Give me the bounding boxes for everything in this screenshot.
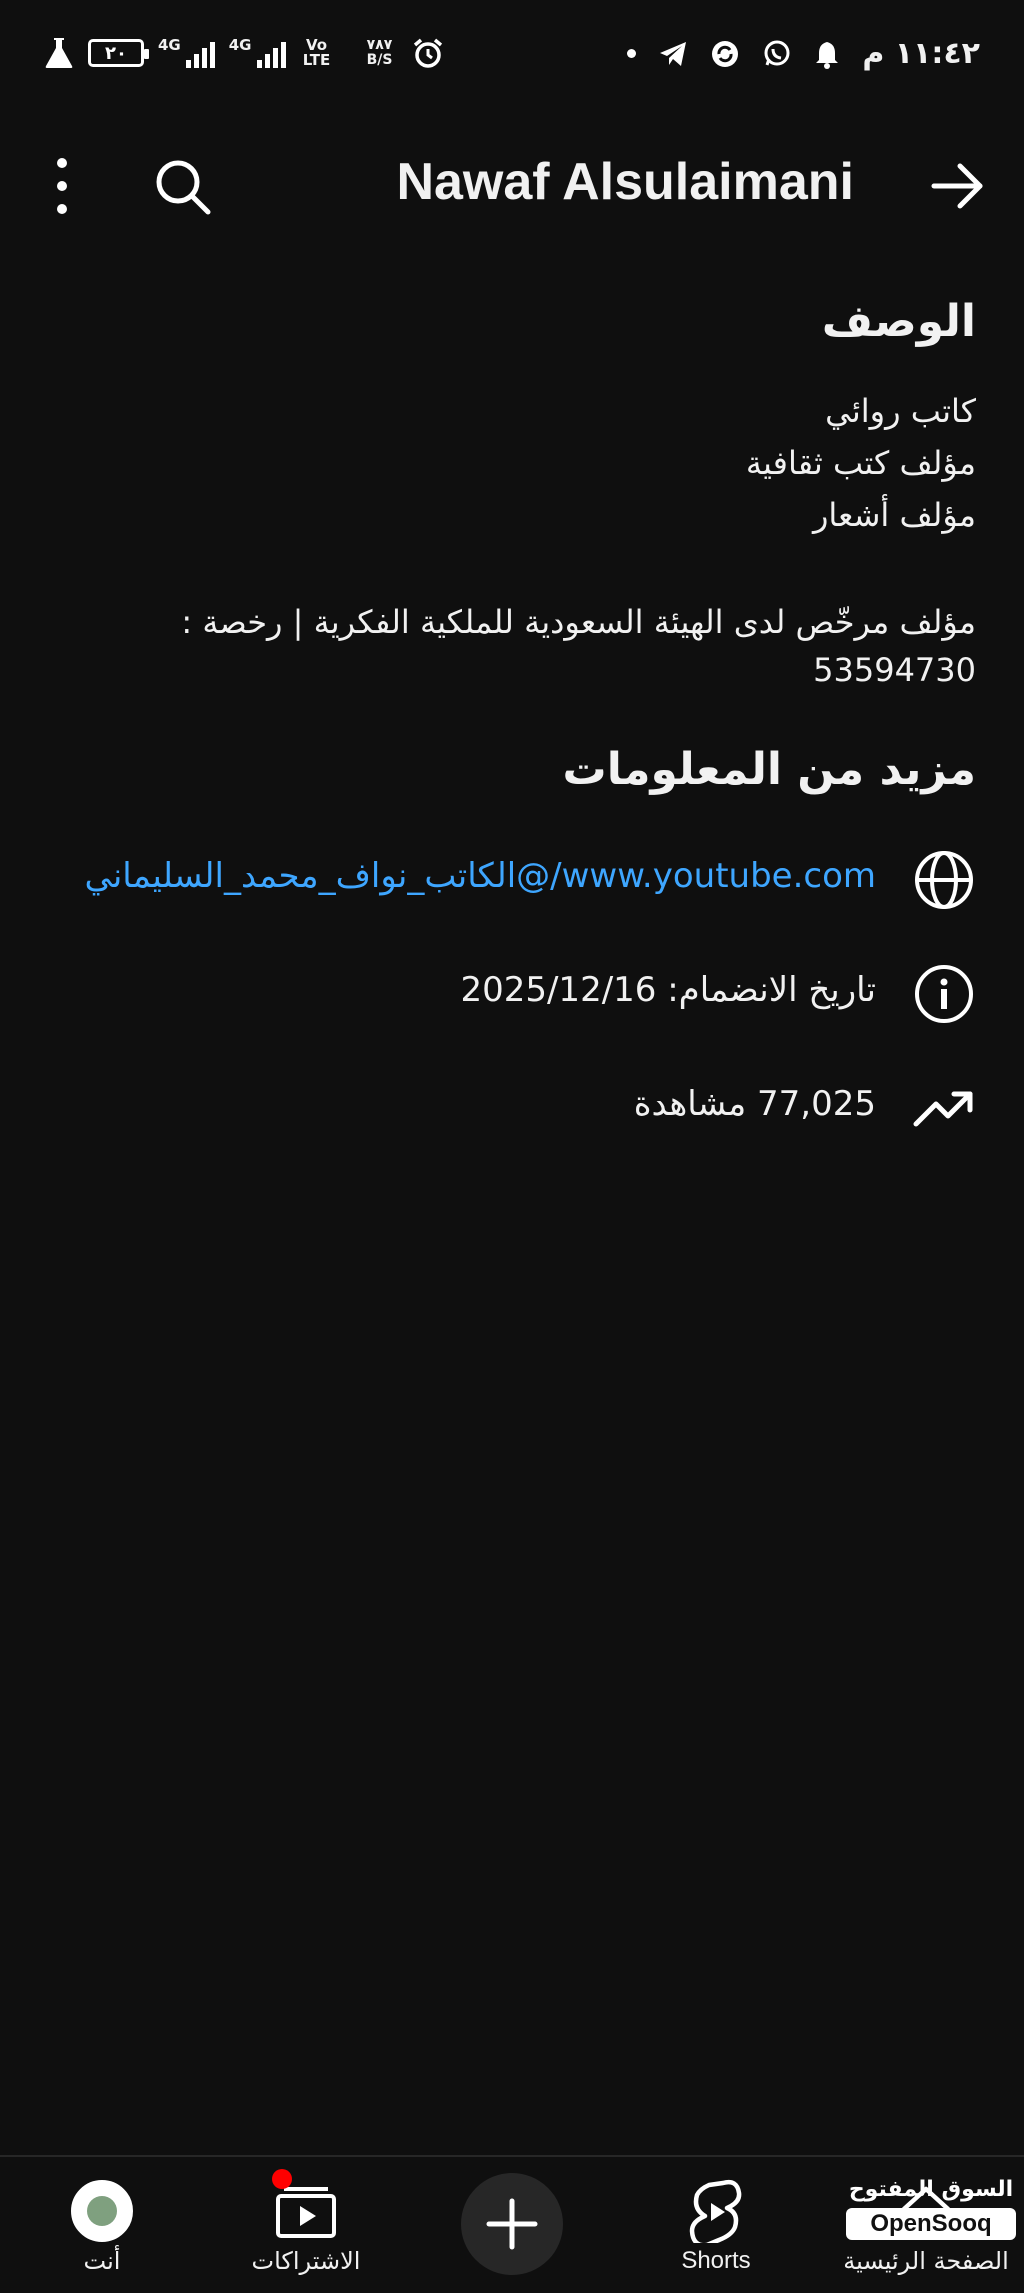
description-heading: الوصف [821,296,976,347]
channel-link-row[interactable]: www.youtube.com/@الكاتب_نواف_محمد_السليم… [0,840,1024,920]
more-info-heading: مزيد من المعلومات [562,744,977,795]
more-vert-icon [57,158,67,168]
signal-strength-1: 4G [158,38,215,68]
nav-subscriptions[interactable]: الاشتراكات [216,2157,396,2293]
license-text: مؤلف مرخّص لدى الهيئة السعودية للملكية ا… [181,603,976,689]
nav-shorts[interactable]: Shorts [626,2157,806,2293]
nav-shorts-label: Shorts [681,2247,751,2274]
status-bar-left: ٢٠ 4G 4G Vo LTE ٧٨٧ B/S [44,36,444,70]
plus-icon [486,2198,538,2250]
notification-dot [272,2169,292,2189]
app-bar: Nawaf Alsulaimani [0,130,1024,240]
sync-icon [712,40,739,67]
globe-icon [915,851,973,909]
watermark-arabic: السوق المفتوح [848,2177,1014,2202]
watermark-english: OpenSooq [846,2208,1016,2240]
volte-indicator: Vo LTE [302,36,331,69]
joined-row: تاريخ الانضمام: 2025/12/16 [0,954,1024,1034]
description-line-2: مؤلف كتب ثقافية [745,444,976,482]
info-icon [915,965,973,1023]
nav-subscriptions-label: الاشتراكات [251,2247,361,2275]
battery-level: ٢٠ [105,42,127,64]
status-bar: ٢٠ 4G 4G Vo LTE ٧٨٧ B/S ١١:٤٢ م [0,0,1024,110]
avatar [71,2180,133,2242]
alarm-icon [413,38,442,68]
nav-you-label: أنت [83,2247,121,2275]
status-time: ١١:٤٢ م [862,36,980,71]
bottom-navigation: أنت الاشتراكات Shorts الصفحة الرئيسية ال… [0,2155,1024,2293]
more-options-button[interactable] [40,158,84,214]
flask-icon [45,38,73,68]
subscriptions-icon [276,2187,336,2238]
bell-icon [816,41,839,69]
network-type-2: 4G [228,36,252,54]
search-icon[interactable] [150,154,214,218]
channel-link[interactable]: www.youtube.com/@الكاتب_نواف_محمد_السليم… [85,856,877,896]
page-title: Nawaf Alsulaimani [396,153,854,211]
views-row: 77,025 مشاهدة [0,1068,1024,1148]
view-count: 77,025 مشاهدة [633,1084,876,1124]
network-speed: ٧٨٧ B/S [366,37,393,68]
signal-strength-2: 4G [229,38,286,68]
opensooq-watermark: السوق المفتوح OpenSooq [846,2177,1016,2277]
joined-date: تاريخ الانضمام: 2025/12/16 [460,970,876,1010]
trending-up-icon [913,1091,973,1127]
whatsapp-icon [764,40,790,65]
network-type-1: 4G [158,36,181,54]
description-line-1: كاتب روائي [825,392,976,430]
nav-you[interactable]: أنت [12,2157,192,2293]
more-notifications-dot [627,49,637,58]
description-line-3: مؤلف أشعار [812,496,976,534]
create-button[interactable] [461,2173,563,2275]
shorts-icon [689,2179,742,2243]
arrow-forward-icon[interactable] [928,156,988,216]
telegram-icon [660,41,687,66]
battery-indicator: ٢٠ [88,39,149,67]
status-bar-right: ١١:٤٢ م [627,36,980,71]
